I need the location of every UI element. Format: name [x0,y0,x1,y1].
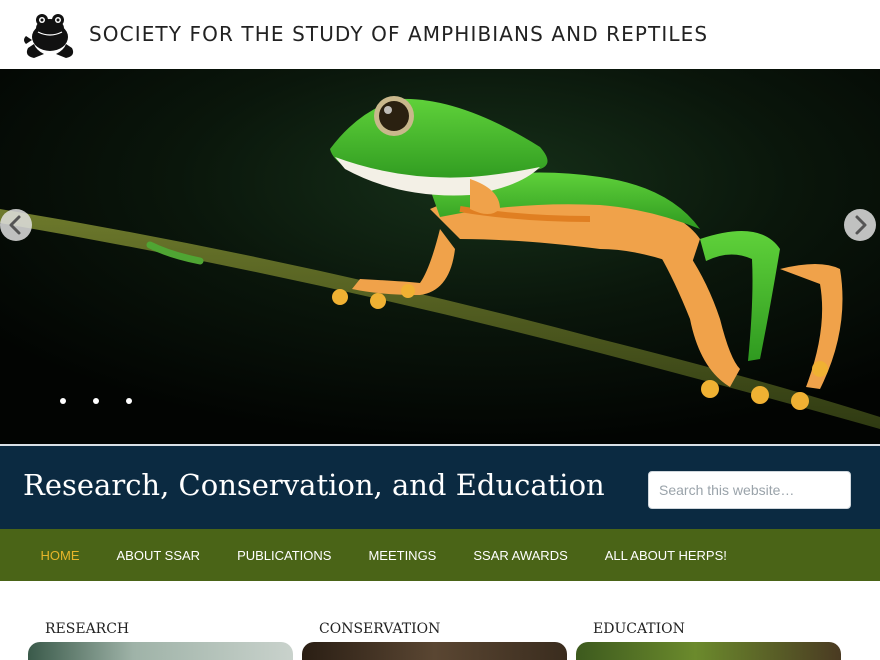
feature-image[interactable] [28,642,293,660]
feature-image[interactable] [576,642,841,660]
chevron-right-icon [855,215,867,235]
tagline-banner: Research, Conservation, and Education [0,444,880,529]
slider-dot-1[interactable] [60,398,66,404]
slider-dot-2[interactable] [93,398,99,404]
site-title[interactable]: SOCIETY FOR THE STUDY OF AMPHIBIANS AND … [89,22,708,46]
feature-image[interactable] [302,642,567,660]
feature-title[interactable]: EDUCATION [593,621,685,637]
feature-conservation: CONSERVATION [302,581,567,660]
site-header: SOCIETY FOR THE STUDY OF AMPHIBIANS AND … [0,0,880,69]
nav-item-meetings[interactable]: MEETINGS [350,548,455,563]
nav-item-home[interactable]: HOME [22,548,98,563]
feature-title[interactable]: CONSERVATION [319,621,440,637]
slider-next-button[interactable] [844,209,876,241]
feature-research: RESEARCH [28,581,293,660]
nav-item-all-about-herps[interactable]: ALL ABOUT HERPS! [586,548,745,563]
hero-image [0,69,880,444]
frog-logo-icon[interactable] [22,4,78,60]
main-navigation: HOME ABOUT SSAR PUBLICATIONS MEETINGS SS… [0,529,880,581]
search-input[interactable] [648,471,851,509]
site-tagline: Research, Conservation, and Education [23,468,605,502]
nav-item-about-ssar[interactable]: ABOUT SSAR [98,548,219,563]
slider-prev-button[interactable] [0,209,32,241]
nav-item-publications[interactable]: PUBLICATIONS [219,548,350,563]
slider-pagination [60,398,132,406]
feature-education: EDUCATION [576,581,841,660]
hero-slider [0,69,880,444]
slider-dot-3[interactable] [126,398,132,404]
nav-item-ssar-awards[interactable]: SSAR AWARDS [455,548,586,563]
feature-title[interactable]: RESEARCH [45,621,129,637]
feature-section: RESEARCH CONSERVATION EDUCATION [0,581,880,660]
chevron-left-icon [9,215,21,235]
